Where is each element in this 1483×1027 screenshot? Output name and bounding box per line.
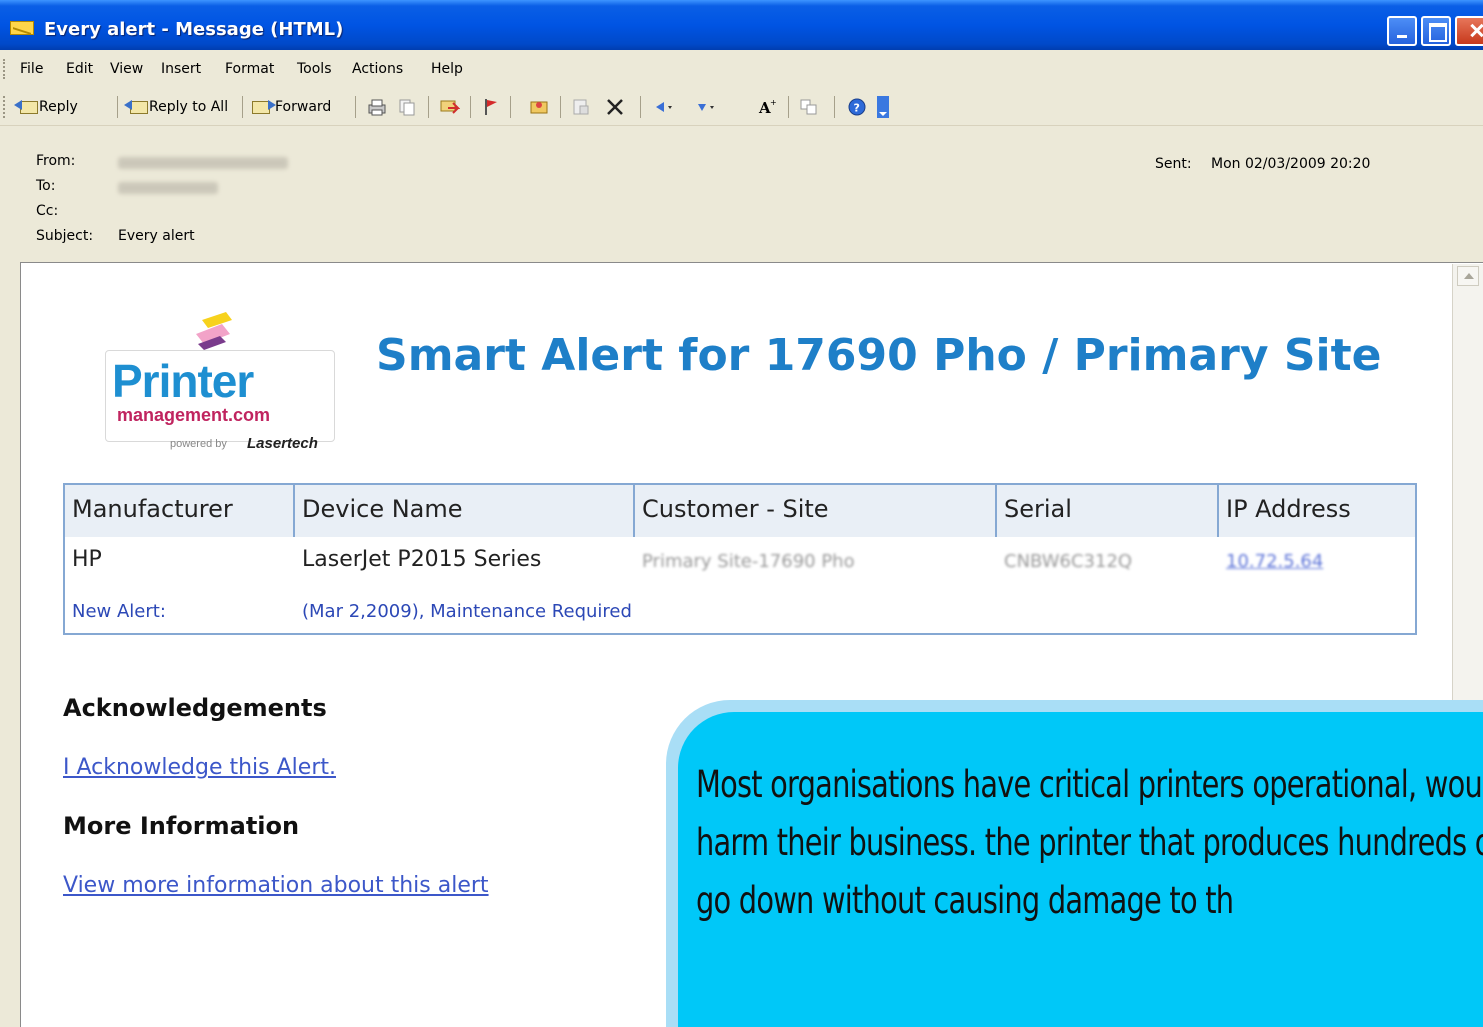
sent-value: Mon 02/03/2009 20:20 <box>1211 156 1371 172</box>
forward-button[interactable]: Forward <box>252 98 331 116</box>
forward-label: Forward <box>275 99 332 115</box>
more-information-link[interactable]: View more information about this alert <box>63 873 489 898</box>
menu-actions[interactable]: Actions <box>352 61 403 77</box>
reply-all-icon <box>124 98 148 116</box>
subject-label: Subject: <box>36 228 94 244</box>
junk-icon[interactable] <box>570 96 592 118</box>
acknowledge-link[interactable]: I Acknowledge this Alert. <box>63 755 336 780</box>
svg-text:+: + <box>770 98 777 107</box>
printer-management-logo: Printer management.com powered by Lasert… <box>100 310 340 460</box>
cell-manufacturer: HP <box>72 547 102 572</box>
message-header: From: To: Cc: Subject: Every alert Sent:… <box>0 127 1483 261</box>
column-header-manufacturer: Manufacturer <box>65 485 295 537</box>
help-icon[interactable]: ? <box>846 96 868 118</box>
reply-all-label: Reply to All <box>149 99 229 115</box>
logo-wordmark: Printer <box>112 355 254 407</box>
menu-help[interactable]: Help <box>431 61 463 77</box>
more-information-heading: More Information <box>63 812 300 840</box>
svg-text:?: ? <box>854 102 860 115</box>
previous-icon[interactable] <box>652 96 674 118</box>
callout-box: Most organisations have critical printer… <box>678 712 1483 1027</box>
toolbar-separator <box>428 96 429 118</box>
scroll-up-button[interactable] <box>1457 266 1479 286</box>
next-icon[interactable] <box>694 96 716 118</box>
cell-serial: CNBW6C312Q <box>1004 551 1133 572</box>
close-button[interactable] <box>1455 16 1483 46</box>
column-header-device-name: Device Name <box>295 485 635 537</box>
title-bar[interactable]: Every alert - Message (HTML) <box>0 0 1483 50</box>
envelope-icon <box>10 21 34 35</box>
cc-label: Cc: <box>36 203 59 219</box>
menu-bar: File Edit View Insert Format Tools Actio… <box>0 50 1483 88</box>
menu-format[interactable]: Format <box>225 61 274 77</box>
menu-insert[interactable]: Insert <box>161 61 201 77</box>
logo-lasertech: Lasertech <box>247 435 318 452</box>
font-size-icon[interactable]: A + <box>756 96 778 118</box>
ip-address-link[interactable]: 10.72.5.64 <box>1226 551 1323 572</box>
sent-label: Sent: <box>1155 156 1192 172</box>
to-label: To: <box>36 178 56 194</box>
logo-powered-by: powered by <box>170 438 227 450</box>
minimize-button[interactable] <box>1387 16 1417 46</box>
new-alert-value: (Mar 2,2009), Maintenance Required <box>302 601 632 622</box>
toolbar-separator <box>117 96 118 118</box>
toolbar-separator <box>788 96 789 118</box>
column-header-customer-site: Customer - Site <box>635 485 997 537</box>
subject-value: Every alert <box>118 228 195 244</box>
flag-icon[interactable] <box>480 96 502 118</box>
translate-icon[interactable] <box>798 96 820 118</box>
from-label: From: <box>36 153 76 169</box>
alert-title: Smart Alert for 17690 Pho / Primary Site <box>376 330 1382 381</box>
new-alert-label: New Alert: <box>72 601 166 622</box>
cell-device-name: LaserJet P2015 Series <box>302 547 542 572</box>
menubar-grip[interactable] <box>3 59 7 79</box>
column-header-serial: Serial <box>997 485 1219 537</box>
toolbar-separator <box>560 96 561 118</box>
print-icon[interactable] <box>366 96 388 118</box>
toolbar-separator <box>355 96 356 118</box>
toolbar-grip[interactable] <box>3 96 7 118</box>
address-book-icon[interactable] <box>528 96 550 118</box>
table-header-row: Manufacturer Device Name Customer - Site… <box>65 485 1415 537</box>
move-folder-icon[interactable] <box>438 96 460 118</box>
column-header-ip-address: IP Address <box>1226 495 1351 523</box>
reply-label: Reply <box>39 99 78 115</box>
to-value-redacted <box>118 182 218 194</box>
maximize-button[interactable] <box>1421 16 1451 46</box>
logo-domain: management.com <box>117 405 271 425</box>
menu-view[interactable]: View <box>110 61 143 77</box>
menu-tools[interactable]: Tools <box>297 61 332 77</box>
message-window: Every alert - Message (HTML) File Edit V… <box>0 0 1483 1027</box>
standard-toolbar: Reply Reply to All Forward A + ? <box>0 88 1483 126</box>
reply-all-button[interactable]: Reply to All <box>124 98 229 116</box>
forward-icon <box>252 98 276 116</box>
from-value-redacted <box>118 157 288 169</box>
acknowledgements-heading: Acknowledgements <box>63 694 327 722</box>
toolbar-separator <box>242 96 243 118</box>
toolbar-separator <box>510 96 511 118</box>
menu-file[interactable]: File <box>20 61 43 77</box>
alert-table: Manufacturer Device Name Customer - Site… <box>63 483 1417 635</box>
delete-icon[interactable] <box>604 96 626 118</box>
toolbar-separator <box>470 96 471 118</box>
window-title: Every alert - Message (HTML) <box>44 19 344 40</box>
callout-text: Most organisations have critical printer… <box>696 763 1483 922</box>
toolbar-separator <box>834 96 835 118</box>
cell-customer-site: Primary Site-17690 Pho <box>642 551 855 572</box>
menu-edit[interactable]: Edit <box>66 61 93 77</box>
reply-button[interactable]: Reply <box>14 98 78 116</box>
reply-icon <box>14 98 38 116</box>
toolbar-options-icon[interactable] <box>876 96 890 118</box>
toolbar-separator <box>640 96 641 118</box>
copy-icon[interactable] <box>396 96 418 118</box>
